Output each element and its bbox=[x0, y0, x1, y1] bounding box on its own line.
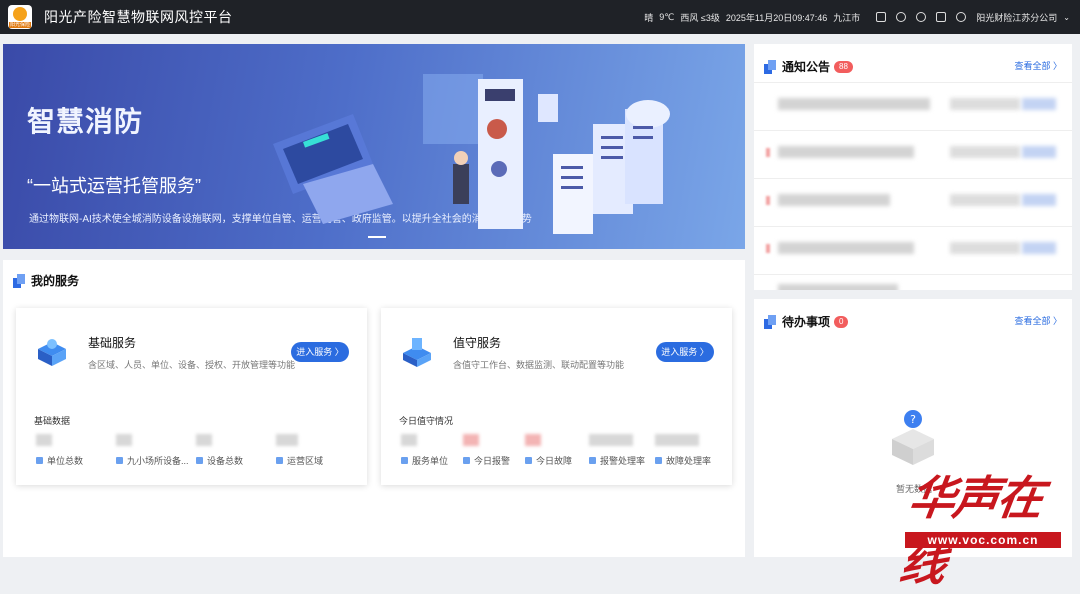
app-title: 阳光产险智慧物联网风控平台 bbox=[44, 9, 233, 25]
notice-view-all-link[interactable]: 查看全部 〉 bbox=[1014, 59, 1062, 72]
download-icon[interactable] bbox=[936, 12, 947, 22]
weather-text: 晴 bbox=[644, 12, 654, 23]
stat-operation-area[interactable]: 运营区域 bbox=[274, 434, 354, 470]
watermark-url: www.voc.com.cn bbox=[905, 532, 1061, 548]
todo-header: 待办事项 0 bbox=[764, 313, 849, 330]
stat-today-alarm[interactable]: 今日报警 bbox=[461, 434, 523, 470]
site-watermark: 华声在线 www.voc.com.cn bbox=[896, 462, 1075, 591]
duty-service-card: 值守服务 含值守工作台、数据监测、联动配置等功能 进入服务 〉 今日值守情况 服… bbox=[381, 308, 732, 485]
warning-icon bbox=[525, 457, 532, 464]
alarm-icon bbox=[589, 457, 596, 464]
temperature-text: 9℃ bbox=[659, 11, 675, 22]
warning-icon bbox=[655, 457, 662, 464]
notice-item[interactable] bbox=[764, 146, 1064, 160]
area-icon bbox=[276, 457, 283, 464]
watermark-logo-text: 华声在线 bbox=[896, 471, 1046, 591]
card-title: 值守服务 bbox=[453, 336, 502, 350]
help-icon[interactable] bbox=[916, 12, 927, 22]
hero-banner[interactable]: 智慧消防 “一站式运营托管服务” 通过物联网-AI技术使全城消防设备设施联网，支… bbox=[3, 44, 745, 249]
building-icon bbox=[401, 457, 408, 464]
stat-today-fault[interactable]: 今日故障 bbox=[523, 434, 587, 470]
wind-text: 西风 ≤3级 bbox=[680, 12, 720, 23]
todo-view-all-link[interactable]: 查看全部 〉 bbox=[1014, 314, 1062, 327]
screen-icon[interactable] bbox=[876, 12, 887, 22]
basic-stats: 单位总数 九小场所设备... 设备总数 运营区域 bbox=[34, 434, 354, 470]
card-title: 基础服务 bbox=[88, 336, 137, 350]
section-icon bbox=[764, 314, 776, 329]
notice-title: 通知公告 bbox=[782, 60, 831, 74]
my-services-panel: 我的服务 基础服务 含区域、人员、单位、设备、授权、开放管理等功能 进入服务 〉… bbox=[3, 260, 745, 557]
divider bbox=[754, 178, 1072, 179]
stat-service-units[interactable]: 服务单位 bbox=[399, 434, 461, 470]
building-icon bbox=[36, 457, 43, 464]
notice-item[interactable] bbox=[764, 98, 1064, 112]
section-icon bbox=[764, 59, 776, 74]
notice-item[interactable] bbox=[764, 284, 1064, 290]
device-icon bbox=[196, 457, 203, 464]
app-logo[interactable]: 阳光保险 bbox=[8, 5, 32, 29]
device-icon bbox=[116, 457, 123, 464]
duty-stats: 服务单位 今日报警 今日故障 报警处理率 故障处理率 bbox=[399, 434, 719, 470]
notice-item[interactable] bbox=[764, 242, 1064, 256]
alarm-icon bbox=[463, 457, 470, 464]
logo-text: 阳光保险 bbox=[9, 22, 31, 28]
notice-count-badge: 88 bbox=[834, 60, 853, 73]
card-subtitle: 含值守工作台、数据监测、联动配置等功能 bbox=[453, 360, 625, 370]
enter-service-button[interactable]: 进入服务 〉 bbox=[291, 342, 349, 362]
notice-item[interactable] bbox=[764, 194, 1064, 208]
header-status-area: 晴 9℃ 西风 ≤3级 2025年11月20日09:47:46 九江市 阳光财险… bbox=[638, 0, 1070, 34]
notice-header: 通知公告 88 bbox=[764, 58, 853, 75]
data-section-title: 今日值守情况 bbox=[399, 416, 454, 426]
divider bbox=[754, 226, 1072, 227]
duty-service-icon bbox=[403, 338, 431, 367]
banner-heading: 智慧消防 bbox=[27, 106, 144, 137]
services-header: 我的服务 bbox=[13, 272, 79, 289]
basic-service-card: 基础服务 含区域、人员、单位、设备、授权、开放管理等功能 进入服务 〉 基础数据… bbox=[16, 308, 367, 485]
services-title: 我的服务 bbox=[31, 274, 80, 288]
bell-icon[interactable] bbox=[896, 12, 907, 22]
enter-service-button[interactable]: 进入服务 〉 bbox=[656, 342, 714, 362]
stat-device-total[interactable]: 设备总数 bbox=[194, 434, 274, 470]
data-section-title: 基础数据 bbox=[34, 416, 71, 426]
server-illustration bbox=[273, 74, 670, 234]
stat-unit-total[interactable]: 单位总数 bbox=[34, 434, 114, 470]
section-icon bbox=[13, 273, 25, 288]
stat-alarm-rate[interactable]: 报警处理率 bbox=[587, 434, 653, 470]
card-subtitle: 含区域、人员、单位、设备、授权、开放管理等功能 bbox=[88, 360, 296, 370]
divider bbox=[754, 82, 1072, 83]
basic-service-icon bbox=[38, 339, 66, 366]
svg-text:?: ? bbox=[910, 413, 916, 426]
datetime-text: 2025年11月20日09:47:46 bbox=[725, 12, 828, 23]
todo-count-badge: 0 bbox=[834, 315, 849, 328]
top-bar: 阳光保险 阳光产险智慧物联网风控平台 晴 9℃ 西风 ≤3级 2025年11月2… bbox=[0, 0, 1080, 34]
org-selector[interactable]: 阳光财险江苏分公司 bbox=[976, 11, 1057, 24]
notice-panel: 通知公告 88 查看全部 〉 bbox=[754, 44, 1072, 290]
banner-slogan: “一站式运营托管服务” bbox=[27, 176, 201, 196]
chevron-down-icon[interactable]: ⌄ bbox=[1063, 13, 1070, 22]
todo-title: 待办事项 bbox=[782, 315, 831, 329]
divider bbox=[754, 130, 1072, 131]
theme-icon[interactable] bbox=[956, 12, 967, 22]
stat-small-venue-devices[interactable]: 九小场所设备... bbox=[114, 434, 194, 470]
divider bbox=[754, 274, 1072, 275]
city-text: 九江市 bbox=[833, 12, 861, 23]
empty-box-icon: ? bbox=[892, 410, 934, 465]
stat-fault-rate[interactable]: 故障处理率 bbox=[653, 434, 719, 470]
